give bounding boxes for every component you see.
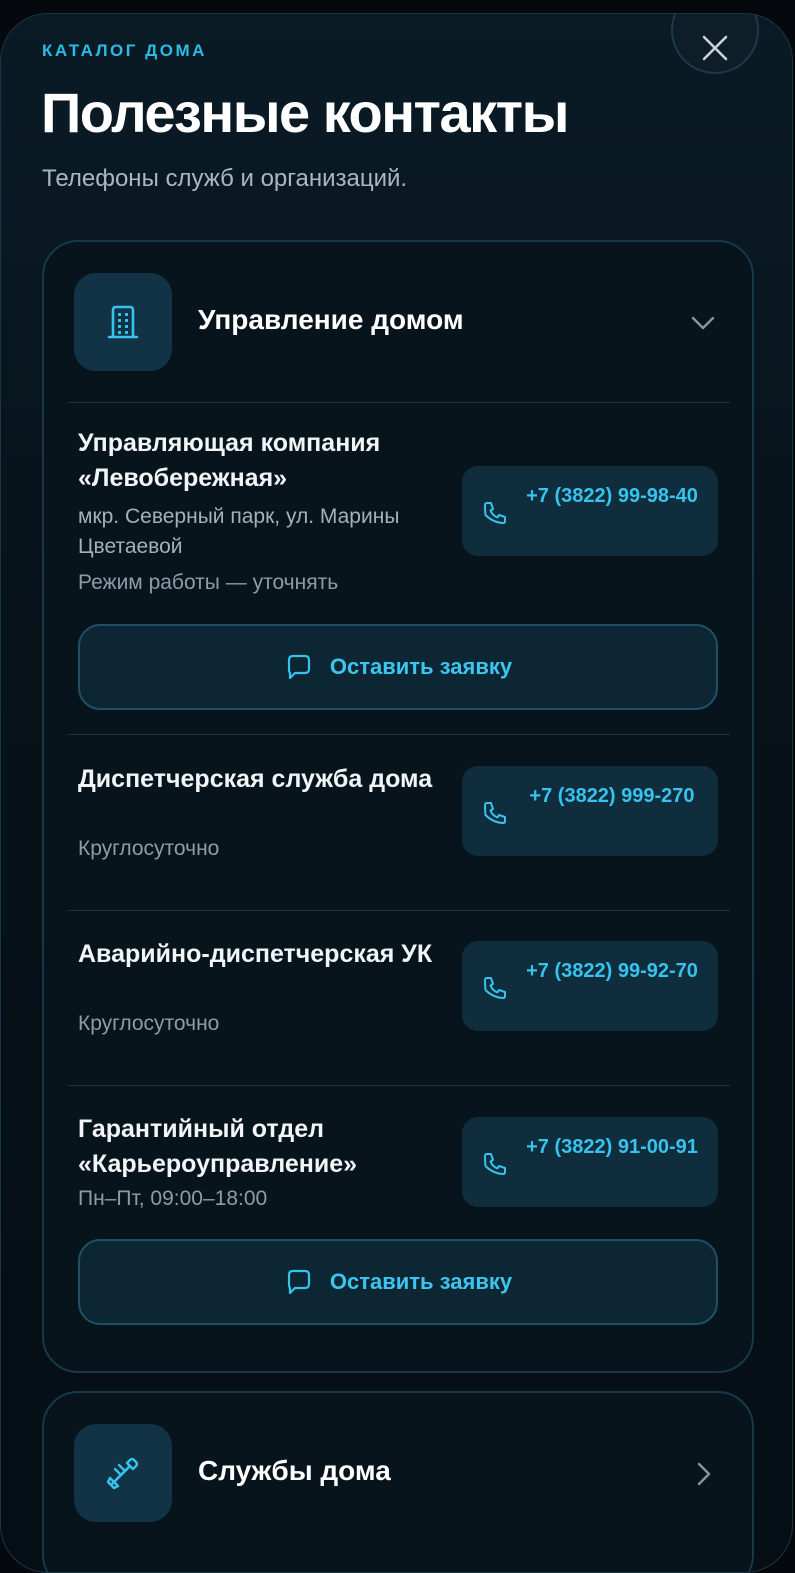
contact-hours: Пн–Пт, 09:00–18:00 bbox=[78, 1187, 268, 1210]
section-header-services[interactable]: Службы дома bbox=[44, 1393, 752, 1553]
contact-hours: Режим работы — уточнять bbox=[78, 571, 339, 594]
contact-name: Аварийно-диспетчерская УК bbox=[78, 940, 433, 968]
page-title: Полезные контакты bbox=[41, 81, 569, 144]
chevron-right-icon bbox=[697, 1462, 711, 1486]
request-button[interactable]: Оставить заявку bbox=[78, 624, 718, 710]
phone-icon bbox=[484, 1153, 506, 1175]
request-button-label: Оставить заявку bbox=[329, 1269, 513, 1294]
phone-icon bbox=[484, 802, 506, 824]
contact-name: Гарантийный отдел «Карьероуправление» bbox=[78, 1115, 358, 1178]
section-icon-tile bbox=[74, 273, 172, 371]
request-button-label: Оставить заявку bbox=[329, 654, 513, 679]
phone-button[interactable]: +7 (3822) 91-00-91 bbox=[462, 1117, 718, 1207]
building-icon bbox=[107, 305, 139, 339]
contact-item: Гарантийный отдел «Карьероуправление» Пн… bbox=[78, 1112, 718, 1232]
section-title: Управление домом bbox=[198, 304, 464, 335]
page-subtitle: Телефоны служб и организаций. bbox=[42, 165, 408, 192]
section-card-services: Службы дома bbox=[42, 1391, 754, 1572]
divider bbox=[68, 402, 730, 403]
phone-button[interactable]: +7 (3822) 99-98-40 bbox=[462, 466, 718, 556]
contact-address: мкр. Северный парк, ул. Марины Цветаевой bbox=[78, 505, 400, 558]
phone-number: +7 (3822) 91-00-91 bbox=[526, 1136, 698, 1158]
close-button[interactable] bbox=[671, 14, 759, 74]
phone-button[interactable]: +7 (3822) 99-92-70 bbox=[462, 941, 718, 1031]
chat-icon bbox=[287, 654, 310, 680]
request-button[interactable]: Оставить заявку bbox=[78, 1239, 718, 1325]
contacts-sheet: КАТАЛОГ ДОМА Полезные контакты Телефоны … bbox=[0, 13, 793, 1573]
phone-number: +7 (3822) 999-270 bbox=[529, 785, 695, 807]
phone-icon bbox=[484, 502, 506, 524]
contact-hours: Круглосуточно bbox=[78, 837, 220, 860]
contact-item: Управляющая компания «Левобережная» мкр.… bbox=[78, 426, 718, 596]
divider bbox=[68, 1085, 730, 1086]
catalog-eyebrow: КАТАЛОГ ДОМА bbox=[42, 41, 207, 60]
divider bbox=[68, 910, 730, 911]
tools-icon bbox=[106, 1457, 139, 1490]
phone-number: +7 (3822) 99-98-40 bbox=[526, 485, 698, 507]
chevron-down-icon bbox=[691, 316, 715, 330]
phone-button[interactable]: +7 (3822) 999-270 bbox=[462, 766, 718, 856]
phone-icon bbox=[484, 977, 506, 999]
contact-name: Диспетчерская служба дома bbox=[78, 765, 433, 793]
divider bbox=[68, 734, 730, 735]
contact-hours: Круглосуточно bbox=[78, 1012, 220, 1035]
contact-item: Аварийно-диспетчерская УК Круглосуточно … bbox=[78, 937, 718, 1057]
section-icon-tile bbox=[74, 1424, 172, 1522]
section-header-management[interactable]: Управление домом bbox=[44, 242, 752, 402]
close-icon bbox=[702, 35, 728, 61]
section-card-management: Управление домом Управляющая компания «Л… bbox=[42, 240, 754, 1373]
chat-icon bbox=[287, 1269, 310, 1295]
contact-name: Управляющая компания «Левобережная» bbox=[78, 429, 381, 492]
section-title: Службы дома bbox=[198, 1455, 391, 1486]
phone-number: +7 (3822) 99-92-70 bbox=[526, 960, 698, 982]
contact-item: Диспетчерская служба дома Круглосуточно … bbox=[78, 762, 718, 882]
